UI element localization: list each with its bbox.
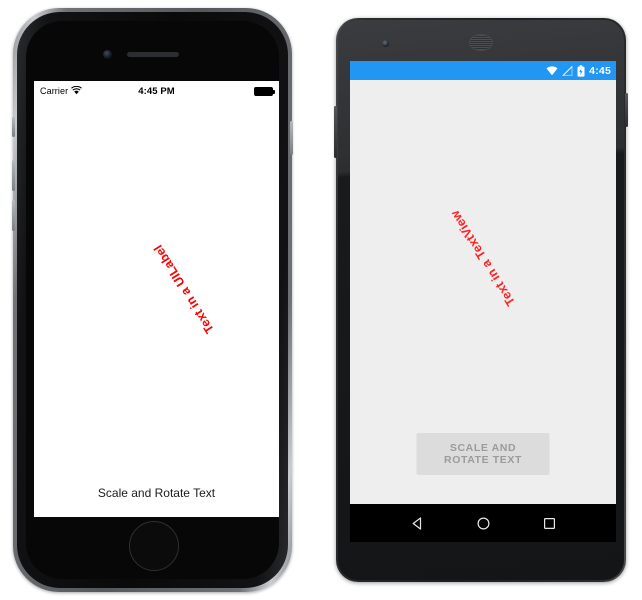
scale-and-rotate-text-button[interactable]: Scale and Rotate Text	[34, 486, 279, 500]
proximity-sensor-icon	[576, 42, 580, 46]
iphone-device: Carrier 4:45 PM Text in a UILabel Scale …	[12, 8, 293, 592]
back-triangle-icon[interactable]	[410, 516, 425, 531]
iphone-body: Carrier 4:45 PM Text in a UILabel Scale …	[17, 12, 288, 588]
light-sensor-icon	[587, 43, 590, 46]
signal-off-icon	[562, 65, 573, 76]
rotated-textview: Text in a TextView	[447, 207, 519, 309]
android-screen: 4:45 Text in a TextView SCALE AND ROTATE…	[350, 61, 616, 542]
ios-clock: 4:45 PM	[138, 85, 175, 97]
silent-switch[interactable]	[12, 117, 15, 137]
recents-square-icon[interactable]	[542, 516, 557, 531]
home-button[interactable]	[128, 521, 179, 571]
battery-charging-icon	[577, 64, 585, 77]
power-button[interactable]	[290, 121, 293, 155]
ios-screen: Carrier 4:45 PM Text in a UILabel Scale …	[34, 81, 279, 517]
ios-status-right	[254, 86, 275, 96]
ios-status-bar: Carrier 4:45 PM	[34, 81, 279, 101]
earpiece-speaker-icon	[127, 52, 179, 57]
front-camera-icon	[103, 50, 112, 59]
android-navigation-bar	[350, 504, 616, 542]
battery-full-icon	[254, 86, 275, 96]
volume-up-button[interactable]	[12, 160, 15, 191]
android-device: 4:45 Text in a TextView SCALE AND ROTATE…	[334, 18, 628, 582]
android-status-bar: 4:45	[350, 61, 616, 80]
volume-down-button[interactable]	[12, 200, 15, 231]
rotated-uilabel: Text in a UILabel	[151, 242, 217, 336]
scale-and-rotate-text-button[interactable]: SCALE AND ROTATE TEXT	[416, 433, 550, 475]
power-button[interactable]	[334, 106, 337, 158]
android-clock: 4:45	[589, 64, 611, 77]
earpiece-speaker-icon	[469, 34, 493, 51]
front-camera-icon	[382, 40, 389, 47]
android-body: 4:45 Text in a TextView SCALE AND ROTATE…	[338, 20, 624, 580]
ios-content-area: Text in a UILabel Scale and Rotate Text	[34, 101, 279, 517]
android-content-area: Text in a TextView SCALE AND ROTATE TEXT	[350, 80, 616, 504]
home-circle-icon[interactable]	[476, 516, 491, 531]
volume-button[interactable]	[625, 93, 628, 127]
wifi-icon	[546, 65, 558, 76]
